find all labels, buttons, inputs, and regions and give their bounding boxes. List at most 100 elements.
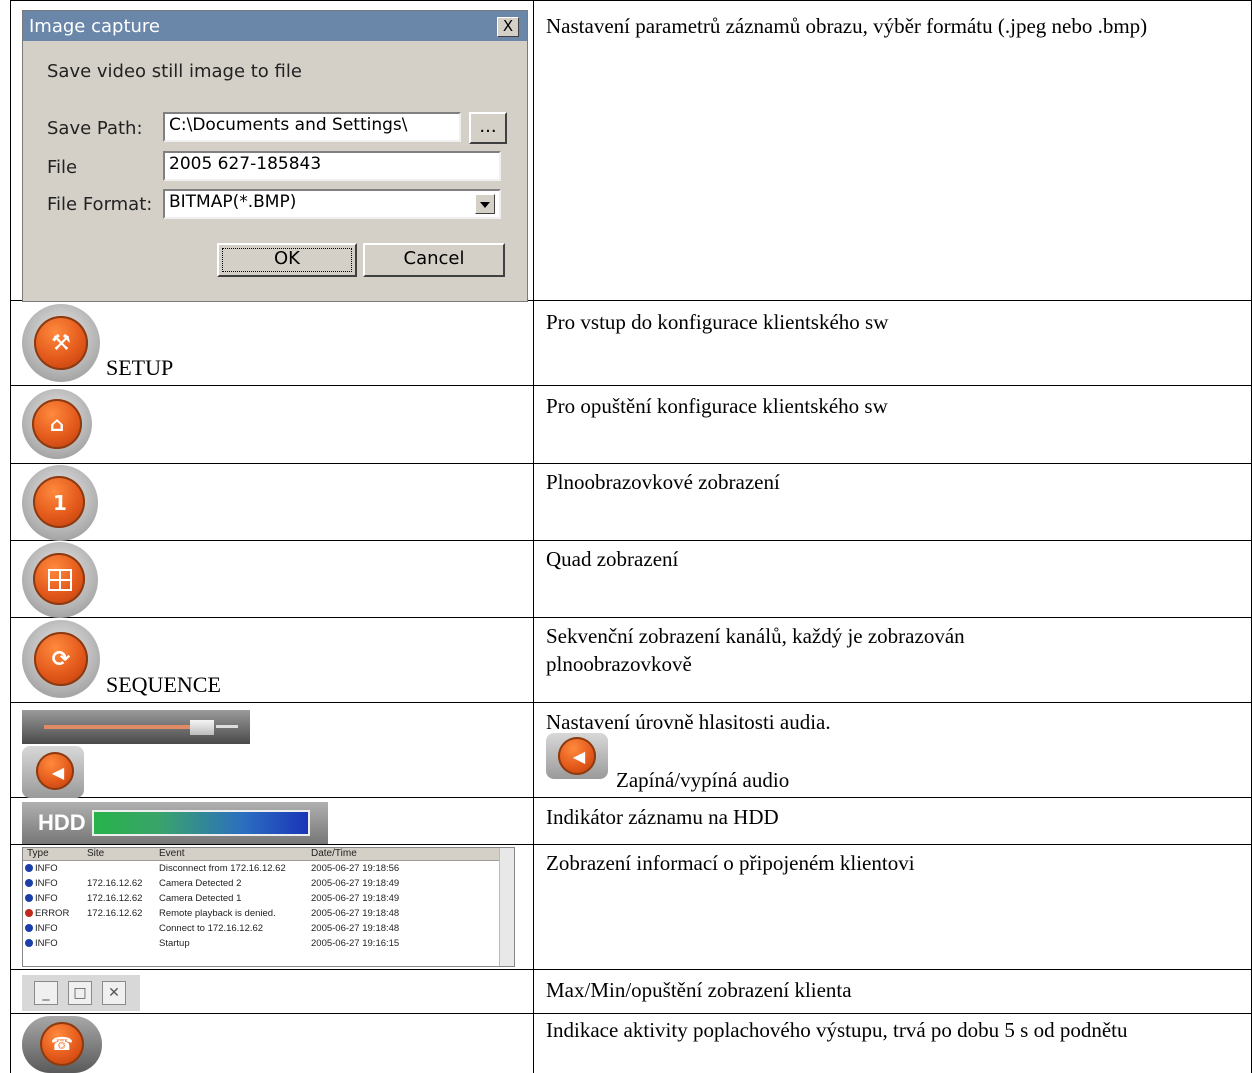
single-view-button[interactable]: 1 xyxy=(22,465,98,541)
log-header-site: Site xyxy=(87,848,105,859)
row-description: Indikace aktivity poplachového výstupu, … xyxy=(546,1018,1128,1042)
row-divider xyxy=(10,1013,1252,1014)
log-cell-time: 2005-06-27 19:18:48 xyxy=(311,908,400,919)
row-description: Plnoobrazovkové zobrazení xyxy=(546,470,780,494)
log-cell-time: 2005-06-27 19:18:56 xyxy=(311,863,400,874)
cancel-button[interactable]: Cancel xyxy=(363,243,505,277)
setup-label: SETUP xyxy=(106,355,174,380)
log-header-type: Type xyxy=(27,848,49,859)
log-cell-site: 172.16.12.62 xyxy=(87,908,143,919)
row-description: Max/Min/opuštění zobrazení klienta xyxy=(546,978,852,1002)
log-row[interactable]: INFO Disconnect from 172.16.12.62 2005-06-… xyxy=(23,863,499,874)
minimize-icon[interactable]: _ xyxy=(34,981,58,1005)
row-description: Nastavení úrovně hlasitosti audia. xyxy=(546,710,831,734)
row-description: Nastavení parametrů záznamů obrazu, výbě… xyxy=(546,14,1148,38)
log-row[interactable]: INFO Connect to 172.16.12.62 2005-06-27 19… xyxy=(23,923,499,934)
dialog-heading: Save video still image to file xyxy=(47,61,302,82)
window-controls: _ □ ✕ xyxy=(22,975,140,1011)
log-cell-event: Startup xyxy=(159,938,190,949)
hdd-indicator: HDD xyxy=(22,802,328,844)
dialog-title: Image capture xyxy=(29,16,160,37)
sequence-label: SEQUENCE xyxy=(106,672,221,697)
dialog-title-bar: Image capture X xyxy=(23,11,527,41)
sequence-icon: ⟳ xyxy=(51,646,71,672)
exit-icon: ⌂ xyxy=(49,412,65,436)
row-divider xyxy=(10,463,1252,464)
hdd-meter xyxy=(92,810,310,836)
row-divider xyxy=(10,702,1252,703)
file-label: File xyxy=(47,157,78,178)
volume-slider[interactable] xyxy=(22,710,250,744)
file-format-select[interactable]: BITMAP(*.BMP) xyxy=(163,189,501,219)
sequence-button[interactable]: ⟳ xyxy=(22,620,100,698)
log-cell-type: INFO xyxy=(35,893,58,904)
close-icon[interactable]: ✕ xyxy=(102,981,126,1005)
log-cell-type: INFO xyxy=(35,878,58,889)
log-scrollbar[interactable] xyxy=(499,848,514,966)
row-description: Pro opuštění konfigurace klientského sw xyxy=(546,394,888,418)
log-cell-time: 2005-06-27 19:18:48 xyxy=(311,923,400,934)
quad-view-button[interactable] xyxy=(22,542,98,618)
row-divider xyxy=(10,385,1252,386)
maximize-icon[interactable]: □ xyxy=(68,981,92,1005)
row-description-secondary: Zapíná/vypíná audio xyxy=(616,768,790,792)
ok-button[interactable]: OK xyxy=(217,243,357,277)
log-cell-type: INFO xyxy=(35,923,58,934)
row-description: Sekvenční zobrazení kanálů, každý je zob… xyxy=(546,624,965,676)
row-description: Quad zobrazení xyxy=(546,547,679,571)
audio-toggle-button[interactable]: ◀ xyxy=(22,746,84,798)
row-description: Indikátor záznamu na HDD xyxy=(546,805,779,829)
hdd-label: HDD xyxy=(38,810,86,835)
volume-track-rest xyxy=(216,725,238,728)
file-name-field[interactable]: 2005 627-185843 xyxy=(163,151,501,181)
volume-thumb[interactable] xyxy=(190,720,214,735)
log-cell-event: Connect to 172.16.12.62 xyxy=(159,923,264,934)
log-cell-event: Camera Detected 1 xyxy=(159,893,242,904)
row-divider xyxy=(10,617,1252,618)
info-icon xyxy=(25,864,33,872)
log-row[interactable]: INFO 172.16.12.62 Camera Detected 1 2005-06… xyxy=(23,893,499,904)
log-cell-event: Remote playback is denied. xyxy=(159,908,276,919)
alarm-icon: ☎ xyxy=(50,1034,74,1055)
info-icon xyxy=(25,939,33,947)
speaker-icon: ◀ xyxy=(572,746,586,766)
row-description: Pro vstup do konfigurace klientského sw xyxy=(546,310,889,334)
row-divider xyxy=(10,797,1252,798)
row-divider xyxy=(10,844,1252,845)
event-log[interactable]: Type Site Event Date/Time INFO Disconnect… xyxy=(22,847,515,967)
close-icon[interactable]: X xyxy=(497,17,519,37)
chevron-down-icon[interactable] xyxy=(475,194,495,214)
log-row[interactable]: INFO Startup 2005-06-27 19:16:15 xyxy=(23,938,499,949)
table-border xyxy=(10,0,11,1073)
log-cell-time: 2005-06-27 19:16:15 xyxy=(311,938,400,949)
browse-button[interactable]: ... xyxy=(469,112,507,144)
log-cell-type: ERROR xyxy=(35,908,70,919)
quad-view-icon xyxy=(22,542,98,618)
info-icon xyxy=(25,924,33,932)
speaker-icon: ◀ xyxy=(51,762,65,782)
row-divider xyxy=(10,969,1252,970)
info-icon xyxy=(25,894,33,902)
row-divider xyxy=(10,540,1252,541)
log-cell-site: 172.16.12.62 xyxy=(87,893,143,904)
save-path-field[interactable]: C:\Documents and Settings\ xyxy=(163,112,461,142)
audio-inline-icon: ◀ xyxy=(546,733,608,779)
volume-track xyxy=(44,725,190,729)
exit-setup-button[interactable]: ⌂ xyxy=(22,389,92,459)
log-cell-type: INFO xyxy=(35,863,58,874)
log-cell-site: 172.16.12.62 xyxy=(87,878,143,889)
log-header-datetime: Date/Time xyxy=(311,848,357,859)
column-divider xyxy=(533,0,534,1073)
save-path-label: Save Path: xyxy=(47,118,143,139)
log-cell-time: 2005-06-27 19:18:49 xyxy=(311,878,400,889)
log-header-event: Event xyxy=(159,848,185,859)
log-row[interactable]: ERROR 172.16.12.62 Remote playback is deni… xyxy=(23,908,499,919)
log-row[interactable]: INFO 172.16.12.62 Camera Detected 2 2005-06… xyxy=(23,878,499,889)
log-cell-type: INFO xyxy=(35,938,58,949)
alarm-indicator: ☎ xyxy=(22,1016,102,1073)
setup-button[interactable]: ⚒ xyxy=(22,304,100,382)
table-border xyxy=(10,0,1252,1)
file-format-label: File Format: xyxy=(47,194,153,215)
log-cell-event: Disconnect from 172.16.12.62 xyxy=(159,863,286,874)
image-capture-dialog: Image capture X Save video still image t… xyxy=(22,10,528,302)
